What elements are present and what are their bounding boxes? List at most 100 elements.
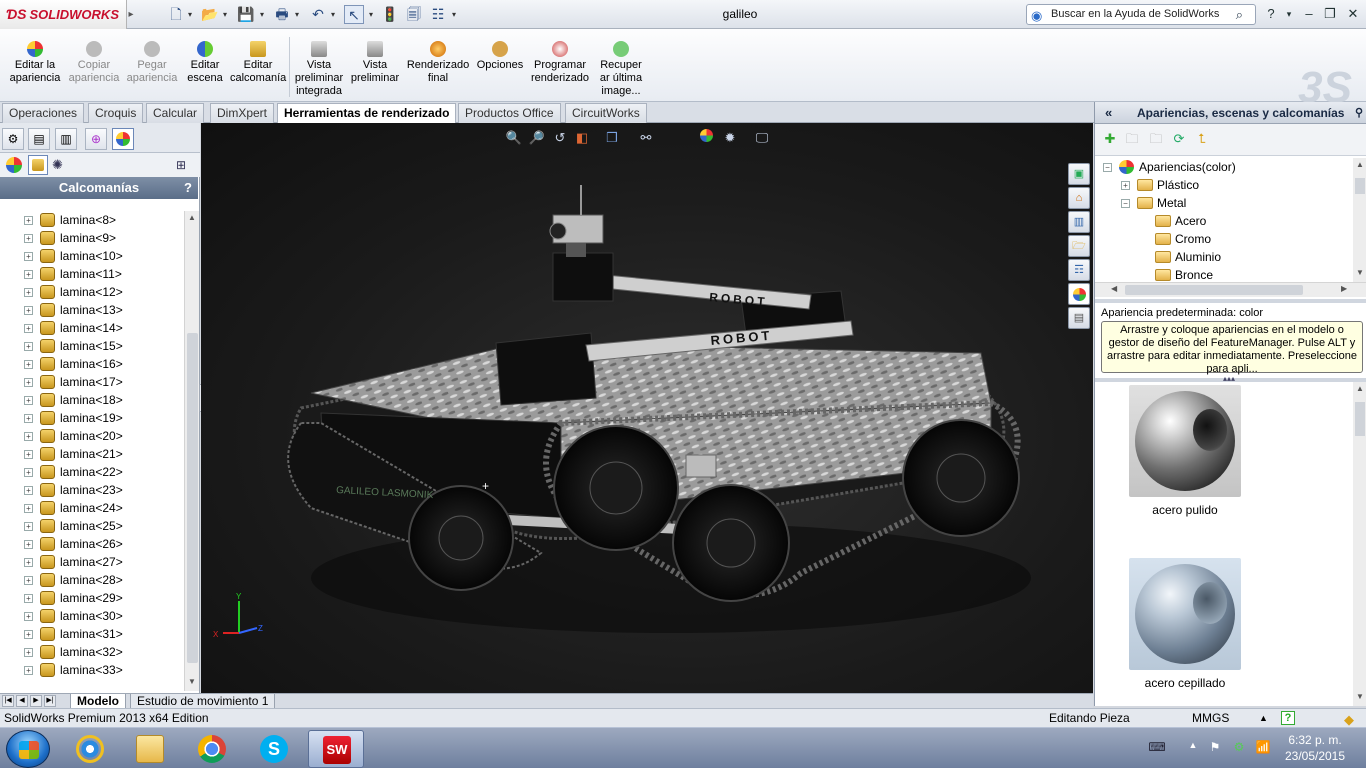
expand-icon[interactable]: + [24,486,33,495]
tab-croquis[interactable]: Croquis [88,103,144,123]
tree-expand-icon[interactable]: + [1121,181,1130,190]
expand-icon[interactable]: + [24,324,33,333]
print-dropdown-icon[interactable]: ▾ [293,9,301,21]
decal-tree-item[interactable]: + lamina<14> [0,319,184,337]
skype-icon[interactable]: S [246,730,302,768]
tab-herramientas-de-renderizado[interactable]: Herramientas de renderizado [277,103,457,124]
propertymanager-tab-icon[interactable]: ▤ [28,128,50,150]
swatch-scrollbar[interactable]: ▲ ▼ [1353,382,1366,706]
refresh-icon[interactable]: ⟳ [1170,130,1188,148]
expand-icon[interactable]: + [24,558,33,567]
displaymanager-tab-icon[interactable] [112,128,134,150]
expand-icon[interactable]: + [24,342,33,351]
tree-scroll-left-icon[interactable]: ◀ [1111,284,1117,293]
decal-tree-item[interactable]: + lamina<11> [0,265,184,283]
decal-tree-item[interactable]: + lamina<29> [0,589,184,607]
undo-icon[interactable]: ↶ [308,5,328,24]
expand-icon[interactable]: + [24,234,33,243]
new-document-icon[interactable]: 🗋 [166,5,186,24]
restore-icon[interactable]: ❐ [1321,4,1339,24]
view-palette-icon[interactable]: ☶ [1068,259,1090,281]
appearance-tree-item[interactable]: − Apariencias(color) [1095,158,1353,176]
decal-tree-item[interactable]: + lamina<18> [0,391,184,409]
appearance-tree-item[interactable]: − Metal [1095,194,1353,212]
prev-tab-icon[interactable]: ◀ [16,695,28,707]
help-icon[interactable]: ? [1262,4,1280,24]
ribbon-button-schedule-render[interactable]: Programar renderizado [528,41,592,101]
design-library-icon[interactable]: ▥ [1068,211,1090,233]
expand-icon[interactable]: + [24,648,33,657]
home-icon[interactable]: ⌂ [1068,187,1090,209]
featuremanager-tab-icon[interactable]: ⚙ [2,128,24,150]
expand-icon[interactable]: + [24,576,33,585]
tab-calcular[interactable]: Calcular [146,103,205,123]
appearance-tree-item[interactable]: Bronce [1095,266,1353,282]
action-center-flag-icon[interactable]: ⚑ [1206,740,1224,756]
system-clock[interactable]: 6:32 p. m. 23/05/2015 [1280,732,1350,764]
decal-tree-item[interactable]: + lamina<19> [0,409,184,427]
solidworks-resources-icon[interactable]: ▣ [1068,163,1090,185]
tab-circuitworks[interactable]: CircuitWorks [565,103,647,123]
swatch-scroll-down-icon[interactable]: ▼ [1356,692,1364,701]
add-appearance-icon[interactable]: ✚ [1101,130,1119,148]
decal-tree-item[interactable]: + lamina<30> [0,607,184,625]
appearance-tree-item[interactable]: + Plástico [1095,176,1353,194]
tab-model[interactable]: Modelo [70,694,126,709]
decal-tree-item[interactable]: + lamina<10> [0,247,184,265]
expand-icon[interactable]: + [24,360,33,369]
folder-up-icon[interactable]: ⮤ [1193,130,1211,148]
graphics-viewport[interactable]: 🔍 🔎 ↺ ◧ ❒ ⚯ ✹ 🖵 ⏴ ⏵ – ❐ ✕ [201,123,1093,693]
appearances-view-icon[interactable] [6,157,22,173]
decal-tree-item[interactable]: + lamina<12> [0,283,184,301]
tree-vertical-scrollbar[interactable]: ▲ ▼ [1353,158,1366,282]
save-dropdown-icon[interactable]: ▾ [258,9,266,21]
expand-icon[interactable]: + [24,522,33,531]
tree-hscroll-thumb[interactable] [1125,285,1303,295]
expand-icon[interactable]: + [24,270,33,279]
decal-tree-item[interactable]: + lamina<17> [0,373,184,391]
options-dropdown-icon[interactable]: ▾ [450,9,458,21]
network-status-icon[interactable]: ⚙ [1230,740,1248,756]
status-units[interactable]: MMGS [1192,709,1229,728]
status-help-icon[interactable]: ? [1281,711,1295,725]
expand-icon[interactable]: + [24,432,33,441]
decal-tree-item[interactable]: + lamina<27> [0,553,184,571]
expand-icon[interactable]: + [24,216,33,225]
ribbon-button-appearance[interactable]: Editar la apariencia [6,41,64,101]
chrome-icon[interactable] [184,730,240,768]
keyboard-icon[interactable]: ⌨ [1142,740,1172,756]
appearances-scenes-tab-icon[interactable] [1068,283,1090,305]
expand-icon[interactable]: + [24,666,33,675]
ribbon-button-paste-appearance[interactable]: Pegar apariencia [124,41,180,101]
expand-icon[interactable]: + [24,540,33,549]
rebuild-traffic-light-icon[interactable]: 🚦 [380,5,400,24]
tree-horizontal-scrollbar[interactable]: ◀ ▶ [1095,282,1366,297]
undo-dropdown-icon[interactable]: ▾ [329,9,337,21]
start-button-icon[interactable] [6,730,50,768]
signal-icon[interactable]: 📶 [1254,740,1272,756]
tree-scrollbar-thumb[interactable] [1355,178,1365,194]
appearance-tree-item[interactable]: Acero [1095,212,1353,230]
tab-dimxpert[interactable]: DimXpert [210,103,275,123]
swatch-scroll-up-icon[interactable]: ▲ [1356,384,1364,393]
last-tab-icon[interactable]: ▶| [44,695,56,707]
tree-expand-icon[interactable]: − [1103,163,1112,172]
appearance-tree-item[interactable]: Cromo [1095,230,1353,248]
decal-tree-item[interactable]: + lamina<26> [0,535,184,553]
tree-scroll-up-icon[interactable]: ▲ [1356,160,1364,169]
splitter[interactable] [1095,299,1366,303]
ribbon-button-copy-appearance[interactable]: Copiar apariencia [66,41,122,101]
decal-tree-item[interactable]: + lamina<20> [0,427,184,445]
open-folder-icon[interactable]: 📂 [200,5,220,24]
expand-icon[interactable]: + [24,450,33,459]
select-dropdown-icon[interactable]: ▾ [367,9,375,21]
expand-icon[interactable]: + [24,306,33,315]
double-chevron-icon[interactable]: « [1105,102,1112,124]
expand-icon[interactable]: + [24,630,33,639]
file-properties-icon[interactable]: 🗐 [404,5,424,24]
decal-tree-item[interactable]: + lamina<13> [0,301,184,319]
file-explorer-icon[interactable]: 🗁 [1068,235,1090,257]
decal-tree-item[interactable]: + lamina<28> [0,571,184,589]
decal-tree-item[interactable]: + lamina<15> [0,337,184,355]
ribbon-button-options[interactable]: Opciones [476,41,524,101]
